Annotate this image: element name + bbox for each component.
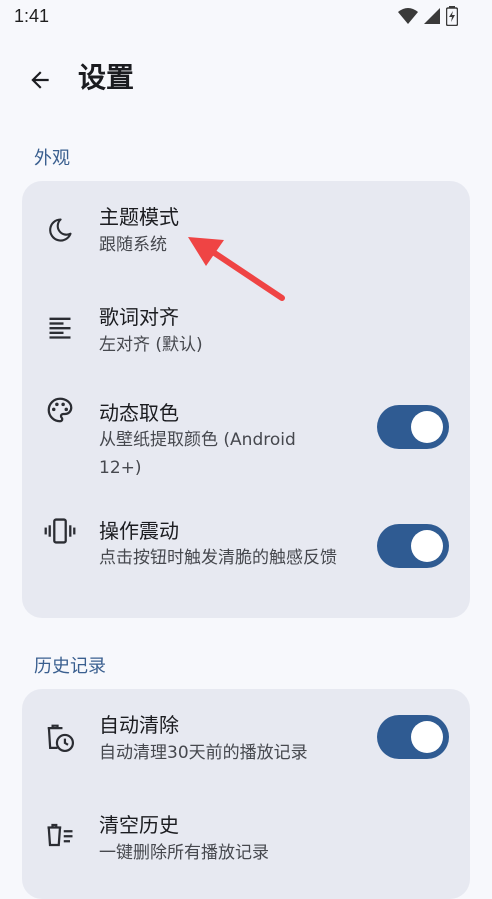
setting-subtitle: 自动清理30天前的播放记录: [99, 743, 308, 763]
settings-card-history: 自动清除 自动清理30天前的播放记录 清空历史 一键删除所有播放记录: [22, 689, 470, 899]
status-time: 1:41: [14, 6, 50, 26]
setting-item-haptic-feedback[interactable]: 操作震动 点击按钮时触发清脆的触感反馈: [22, 499, 470, 618]
setting-subtitle: 一键删除所有播放记录: [99, 843, 269, 863]
setting-item-clear-history[interactable]: 清空历史 一键删除所有播放记录: [22, 789, 470, 889]
battery-icon: [446, 6, 458, 26]
status-bar: 1:41: [0, 0, 492, 34]
setting-title: 动态取色: [99, 401, 179, 425]
wifi-icon: [398, 8, 418, 24]
setting-title: 清空历史: [99, 813, 179, 837]
app-bar: 设置: [0, 48, 492, 112]
palette-icon: [44, 394, 76, 426]
setting-item-dynamic-color[interactable]: 动态取色 从壁纸提取颜色 (Android 12+): [22, 381, 470, 499]
section-label-history: 历史记录: [34, 656, 106, 677]
setting-title: 操作震动: [99, 519, 179, 543]
setting-subtitle: 左对齐 (默认): [99, 335, 203, 355]
setting-title: 主题模式: [99, 205, 179, 229]
annotation-arrow: [188, 237, 285, 301]
history-clear-icon: [44, 722, 76, 754]
status-icons: [398, 6, 458, 26]
setting-title: 歌词对齐: [99, 305, 179, 329]
moon-icon: [44, 214, 76, 246]
toggle-knob: [411, 411, 443, 443]
signal-icon: [424, 8, 440, 24]
toggle-knob: [411, 721, 443, 753]
setting-subtitle: 从壁纸提取颜色 (Android 12+): [99, 430, 296, 478]
dynamic-color-toggle[interactable]: [377, 405, 449, 449]
setting-item-auto-clear[interactable]: 自动清除 自动清理30天前的播放记录: [22, 689, 470, 789]
setting-title: 自动清除: [99, 713, 179, 737]
align-left-icon: [44, 311, 76, 343]
auto-clear-toggle[interactable]: [377, 715, 449, 759]
toggle-knob: [411, 530, 443, 562]
haptic-feedback-toggle[interactable]: [377, 524, 449, 568]
setting-subtitle: 点击按钮时触发清脆的触感反馈: [99, 548, 337, 568]
vibration-icon: [44, 515, 76, 547]
section-label-appearance: 外观: [34, 148, 70, 169]
page-title: 设置: [78, 61, 135, 94]
delete-list-icon: [44, 819, 76, 851]
arrow-back-icon: [31, 71, 49, 89]
back-button[interactable]: [20, 60, 60, 100]
